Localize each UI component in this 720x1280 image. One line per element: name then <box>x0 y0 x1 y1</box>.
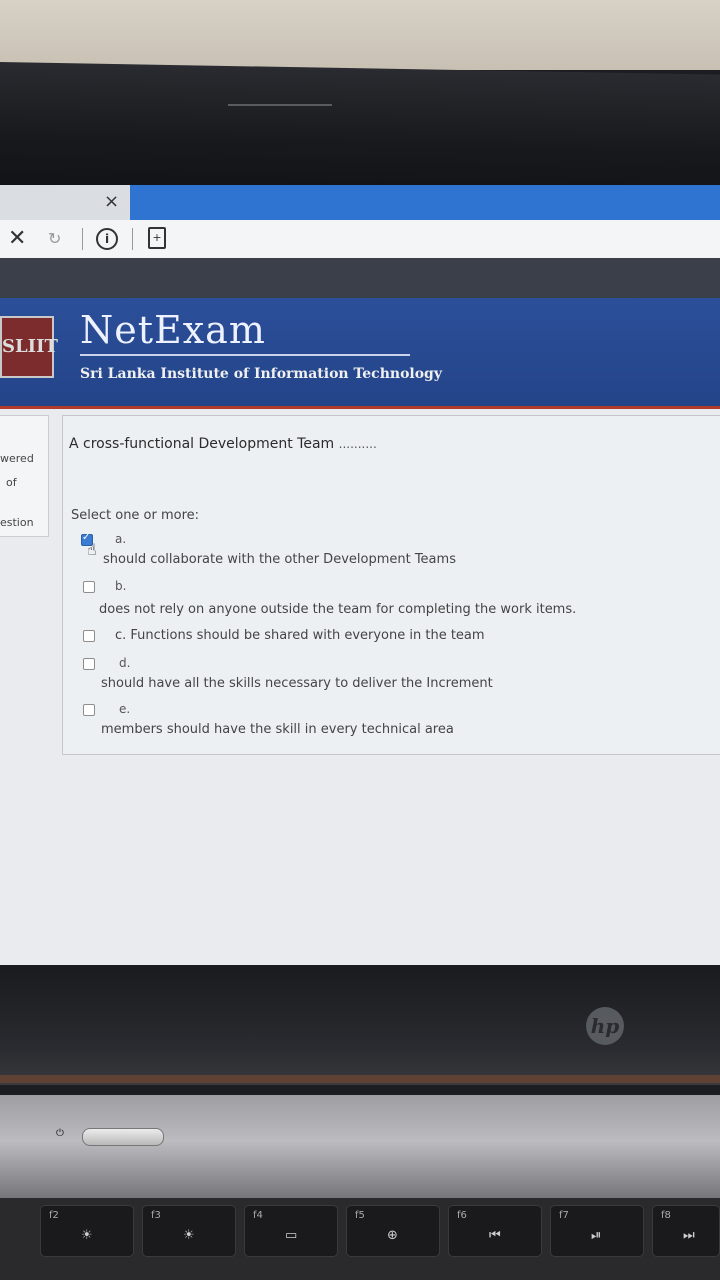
key-f6[interactable]: f6 ⏮ <box>448 1205 542 1257</box>
key-label: f4 <box>253 1210 263 1221</box>
key-f5[interactable]: f5 ⊕ <box>346 1205 440 1257</box>
key-label: f8 <box>661 1210 671 1221</box>
key-f4[interactable]: f4 ▭ <box>244 1205 338 1257</box>
info-line: wered <box>0 452 34 465</box>
brand-divider <box>80 354 410 356</box>
option-c-label[interactable]: c. Functions should be shared with every… <box>115 628 485 643</box>
tab-close-button[interactable]: × <box>104 191 119 212</box>
brightness-up-icon: ☀ <box>183 1228 195 1243</box>
laptop-top-bezel <box>0 62 720 200</box>
question-card: A cross-functional Development Team ....… <box>62 415 720 755</box>
previous-track-icon: ⏮ <box>489 1228 501 1243</box>
laptop-hinge <box>0 1075 720 1083</box>
key-label: f3 <box>151 1210 161 1221</box>
option-c-checkbox[interactable] <box>83 630 95 642</box>
play-pause-icon: ⏯ <box>591 1228 602 1243</box>
site-brand: NetExam <box>80 308 266 352</box>
power-button[interactable] <box>82 1128 164 1146</box>
brightness-down-icon: ☀ <box>81 1228 93 1243</box>
site-info-icon[interactable]: i <box>96 228 118 250</box>
power-icon: ⏻ <box>56 1128 64 1139</box>
laptop-screen: × ✕ ↻ i + SLIIT NetExam Sri Lanka Instit… <box>0 185 720 965</box>
next-track-icon: ⏭ <box>683 1228 695 1243</box>
option-b-checkbox[interactable] <box>83 581 95 593</box>
answer-prompt: Select one or more: <box>71 508 200 523</box>
option-b-letter: b. <box>115 579 127 593</box>
toolbar-divider <box>82 228 83 250</box>
key-label: f7 <box>559 1210 569 1221</box>
option-b-label[interactable]: does not rely on anyone outside the team… <box>99 602 576 617</box>
option-e-letter: e. <box>119 702 131 716</box>
key-f8[interactable]: f8 ⏭ <box>652 1205 720 1257</box>
bezel-webcam-strip <box>228 104 332 106</box>
tab-strip: × <box>0 185 720 220</box>
background-wall <box>0 0 720 70</box>
question-info-panel: wered of estion <box>0 415 49 537</box>
option-d-checkbox[interactable] <box>83 658 95 670</box>
dark-band <box>0 258 720 298</box>
display-switch-icon: ▭ <box>285 1228 298 1243</box>
option-d-letter: d. <box>119 656 131 670</box>
info-line: of <box>6 476 17 489</box>
stop-button[interactable]: ✕ <box>8 226 26 251</box>
option-a-label[interactable]: should collaborate with the other Develo… <box>103 552 456 567</box>
key-label: f5 <box>355 1210 365 1221</box>
sliit-logo: SLIIT <box>0 316 58 378</box>
key-f3[interactable]: f3 ☀ <box>142 1205 236 1257</box>
question-text: A cross-functional Development Team ....… <box>69 436 377 452</box>
page-icon[interactable]: + <box>148 227 166 249</box>
globe-icon: ⊕ <box>387 1228 398 1243</box>
key-label: f6 <box>457 1210 467 1221</box>
hp-logo: hp <box>586 1007 624 1045</box>
question-blank: .......... <box>338 437 377 451</box>
site-header: SLIIT NetExam Sri Lanka Institute of Inf… <box>0 298 720 409</box>
institute-name: Sri Lanka Institute of Information Techn… <box>80 366 442 382</box>
option-e-checkbox[interactable] <box>83 704 95 716</box>
key-f7[interactable]: f7 ⏯ <box>550 1205 644 1257</box>
question-stem: A cross-functional Development Team <box>69 436 335 452</box>
hand-cursor-icon: ☝ <box>87 540 97 559</box>
toolbar-divider <box>132 228 133 250</box>
reload-icon[interactable]: ↻ <box>48 229 61 248</box>
address-bar: ✕ ↻ i + <box>0 220 720 259</box>
active-window-bar <box>130 185 720 220</box>
key-f2[interactable]: f2 ☀ <box>40 1205 134 1257</box>
option-d-label[interactable]: should have all the skills necessary to … <box>101 676 493 691</box>
info-line: estion <box>0 516 34 529</box>
option-e-label[interactable]: members should have the skill in every t… <box>101 722 454 737</box>
key-label: f2 <box>49 1210 59 1221</box>
option-a-letter: a. <box>115 532 127 546</box>
